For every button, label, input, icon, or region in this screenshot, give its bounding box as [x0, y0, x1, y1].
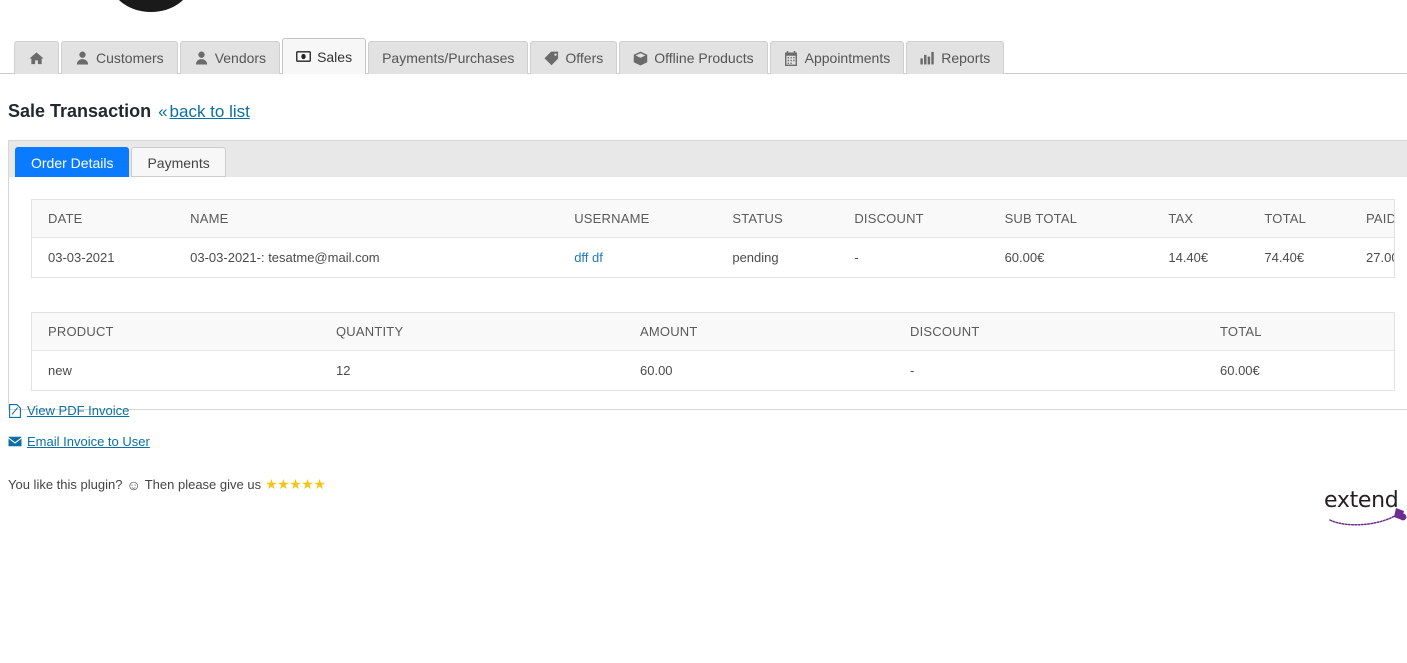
star-icon[interactable]: ★ — [289, 476, 302, 493]
nav-tab-reports[interactable]: Reports — [906, 41, 1005, 74]
col-total: TOTAL — [1220, 313, 1394, 351]
nav-tab-label: Appointments — [804, 50, 891, 66]
nav-tab-label: Vendors — [214, 50, 267, 66]
table-row: 03-03-2021 03-03-2021-: tesatme@mail.com… — [32, 237, 1394, 277]
cell-tax: 14.40€ — [1168, 237, 1265, 277]
rating-text-before: You like this plugin? — [8, 477, 123, 492]
nav-tab-sales[interactable]: Sales — [282, 38, 367, 74]
col-username: USERNAME — [574, 200, 733, 238]
order-panel: Order Details Payments DATE NAME USERNAM… — [8, 140, 1407, 410]
tag-icon — [544, 51, 559, 66]
panel-body: DATE NAME USERNAME STATUS DISCOUNT SUB T… — [9, 177, 1407, 409]
extend-logo-swoosh-icon — [1329, 508, 1407, 526]
nav-tab-label: Payments/Purchases — [382, 50, 515, 66]
nav-tab-customers[interactable]: Customers — [61, 41, 178, 74]
nav-tab-payments-purchases[interactable]: Payments/Purchases — [368, 41, 529, 74]
money-bill-icon — [296, 49, 311, 64]
product-table-wrapper: PRODUCT QUANTITY AMOUNT DISCOUNT TOTAL n… — [31, 312, 1395, 391]
page-title-row: Sale Transaction « back to list — [8, 101, 250, 122]
col-paid: PAID — [1366, 200, 1394, 238]
nav-tab-vendors[interactable]: Vendors — [179, 41, 281, 74]
star-icon[interactable]: ★ — [301, 476, 314, 493]
username-link[interactable]: dff df — [574, 250, 603, 265]
top-logo-clip — [0, 0, 1407, 26]
home-icon — [29, 51, 44, 66]
tab-payments[interactable]: Payments — [131, 147, 226, 177]
cell-discount: - — [910, 350, 1220, 390]
nav-tab-label: Customers — [96, 50, 164, 66]
main-nav-items: Customers Vendors Sales Payments/Purchas… — [0, 38, 1407, 74]
nav-tab-appointments[interactable]: Appointments — [769, 41, 905, 74]
col-quantity: QUANTITY — [336, 313, 640, 351]
col-sub-total: SUB TOTAL — [1004, 200, 1169, 238]
invoice-actions: View PDF Invoice Email Invoice to User — [8, 403, 150, 465]
cell-quantity: 12 — [336, 350, 640, 390]
col-total: TOTAL — [1264, 200, 1367, 238]
email-invoice-link[interactable]: Email Invoice to User — [27, 434, 150, 449]
back-to-list-label: back to list — [169, 102, 250, 121]
col-product: PRODUCT — [32, 313, 336, 351]
cell-product: new — [32, 350, 336, 390]
star-rating[interactable]: ★ ★ ★ ★ ★ — [265, 476, 326, 493]
email-invoice-row: Email Invoice to User — [8, 434, 150, 449]
cell-username: dff df — [574, 237, 733, 277]
back-to-list-link[interactable]: « back to list — [158, 102, 250, 122]
star-icon[interactable]: ★ — [277, 476, 290, 493]
col-amount: AMOUNT — [640, 313, 910, 351]
table-header-row: DATE NAME USERNAME STATUS DISCOUNT SUB T… — [32, 200, 1394, 238]
cell-name: 03-03-2021-: tesatme@mail.com — [190, 237, 575, 277]
cell-paid: 27.00€ — [1366, 237, 1394, 277]
col-name: NAME — [190, 200, 575, 238]
col-discount: DISCOUNT — [910, 313, 1220, 351]
cell-total: 74.40€ — [1264, 237, 1367, 277]
box-icon — [633, 51, 648, 66]
star-icon[interactable]: ★ — [313, 476, 326, 493]
cell-amount: 60.00 — [640, 350, 910, 390]
page-title: Sale Transaction — [8, 101, 152, 121]
bar-chart-icon — [920, 51, 935, 66]
double-chevron-left-icon: « — [158, 102, 168, 121]
col-status: STATUS — [732, 200, 855, 238]
tab-label: Order Details — [31, 155, 114, 171]
cell-sub-total: 60.00€ — [1004, 237, 1169, 277]
cell-date: 03-03-2021 — [32, 237, 191, 277]
product-table: PRODUCT QUANTITY AMOUNT DISCOUNT TOTAL n… — [32, 313, 1394, 390]
star-icon[interactable]: ★ — [265, 476, 278, 493]
cell-discount: - — [854, 237, 1005, 277]
nav-tab-offers[interactable]: Offers — [530, 41, 618, 74]
tab-label: Payments — [147, 155, 210, 171]
nav-tab-label: Offline Products — [654, 50, 754, 66]
col-date: DATE — [32, 200, 191, 238]
nav-tab-label: Sales — [317, 48, 353, 65]
view-pdf-invoice-row: View PDF Invoice — [8, 403, 150, 418]
col-tax: TAX — [1168, 200, 1265, 238]
nav-tab-offline-products[interactable]: Offline Products — [619, 41, 768, 74]
view-pdf-invoice-link[interactable]: View PDF Invoice — [27, 403, 129, 418]
pdf-file-icon — [8, 403, 22, 418]
col-discount: DISCOUNT — [854, 200, 1005, 238]
order-table-wrapper: DATE NAME USERNAME STATUS DISCOUNT SUB T… — [31, 199, 1395, 278]
envelope-icon — [8, 435, 22, 449]
user-icon — [194, 51, 209, 66]
nav-tab-label: Reports — [941, 50, 991, 66]
plugin-rating-prompt: You like this plugin? ☺ Then please give… — [8, 476, 326, 493]
table-header-row: PRODUCT QUANTITY AMOUNT DISCOUNT TOTAL — [32, 313, 1394, 351]
main-navbar: Customers Vendors Sales Payments/Purchas… — [0, 38, 1407, 74]
smiley-face-icon: ☺ — [126, 476, 141, 493]
cell-status: pending — [732, 237, 855, 277]
nav-tab-home[interactable] — [14, 41, 59, 74]
rating-text-after: Then please give us — [144, 477, 262, 492]
order-table: DATE NAME USERNAME STATUS DISCOUNT SUB T… — [32, 200, 1394, 277]
panel-tab-bar: Order Details Payments — [9, 141, 1407, 177]
table-row: new 12 60.00 - 60.00€ — [32, 350, 1394, 390]
partial-logo-ellipse — [110, 0, 192, 12]
nav-tab-label: Offers — [565, 50, 604, 66]
calendar-icon — [784, 50, 799, 66]
extend-logo: extend — [1318, 486, 1407, 530]
user-icon — [75, 51, 90, 66]
tab-order-details[interactable]: Order Details — [15, 147, 130, 177]
cell-total: 60.00€ — [1220, 350, 1394, 390]
